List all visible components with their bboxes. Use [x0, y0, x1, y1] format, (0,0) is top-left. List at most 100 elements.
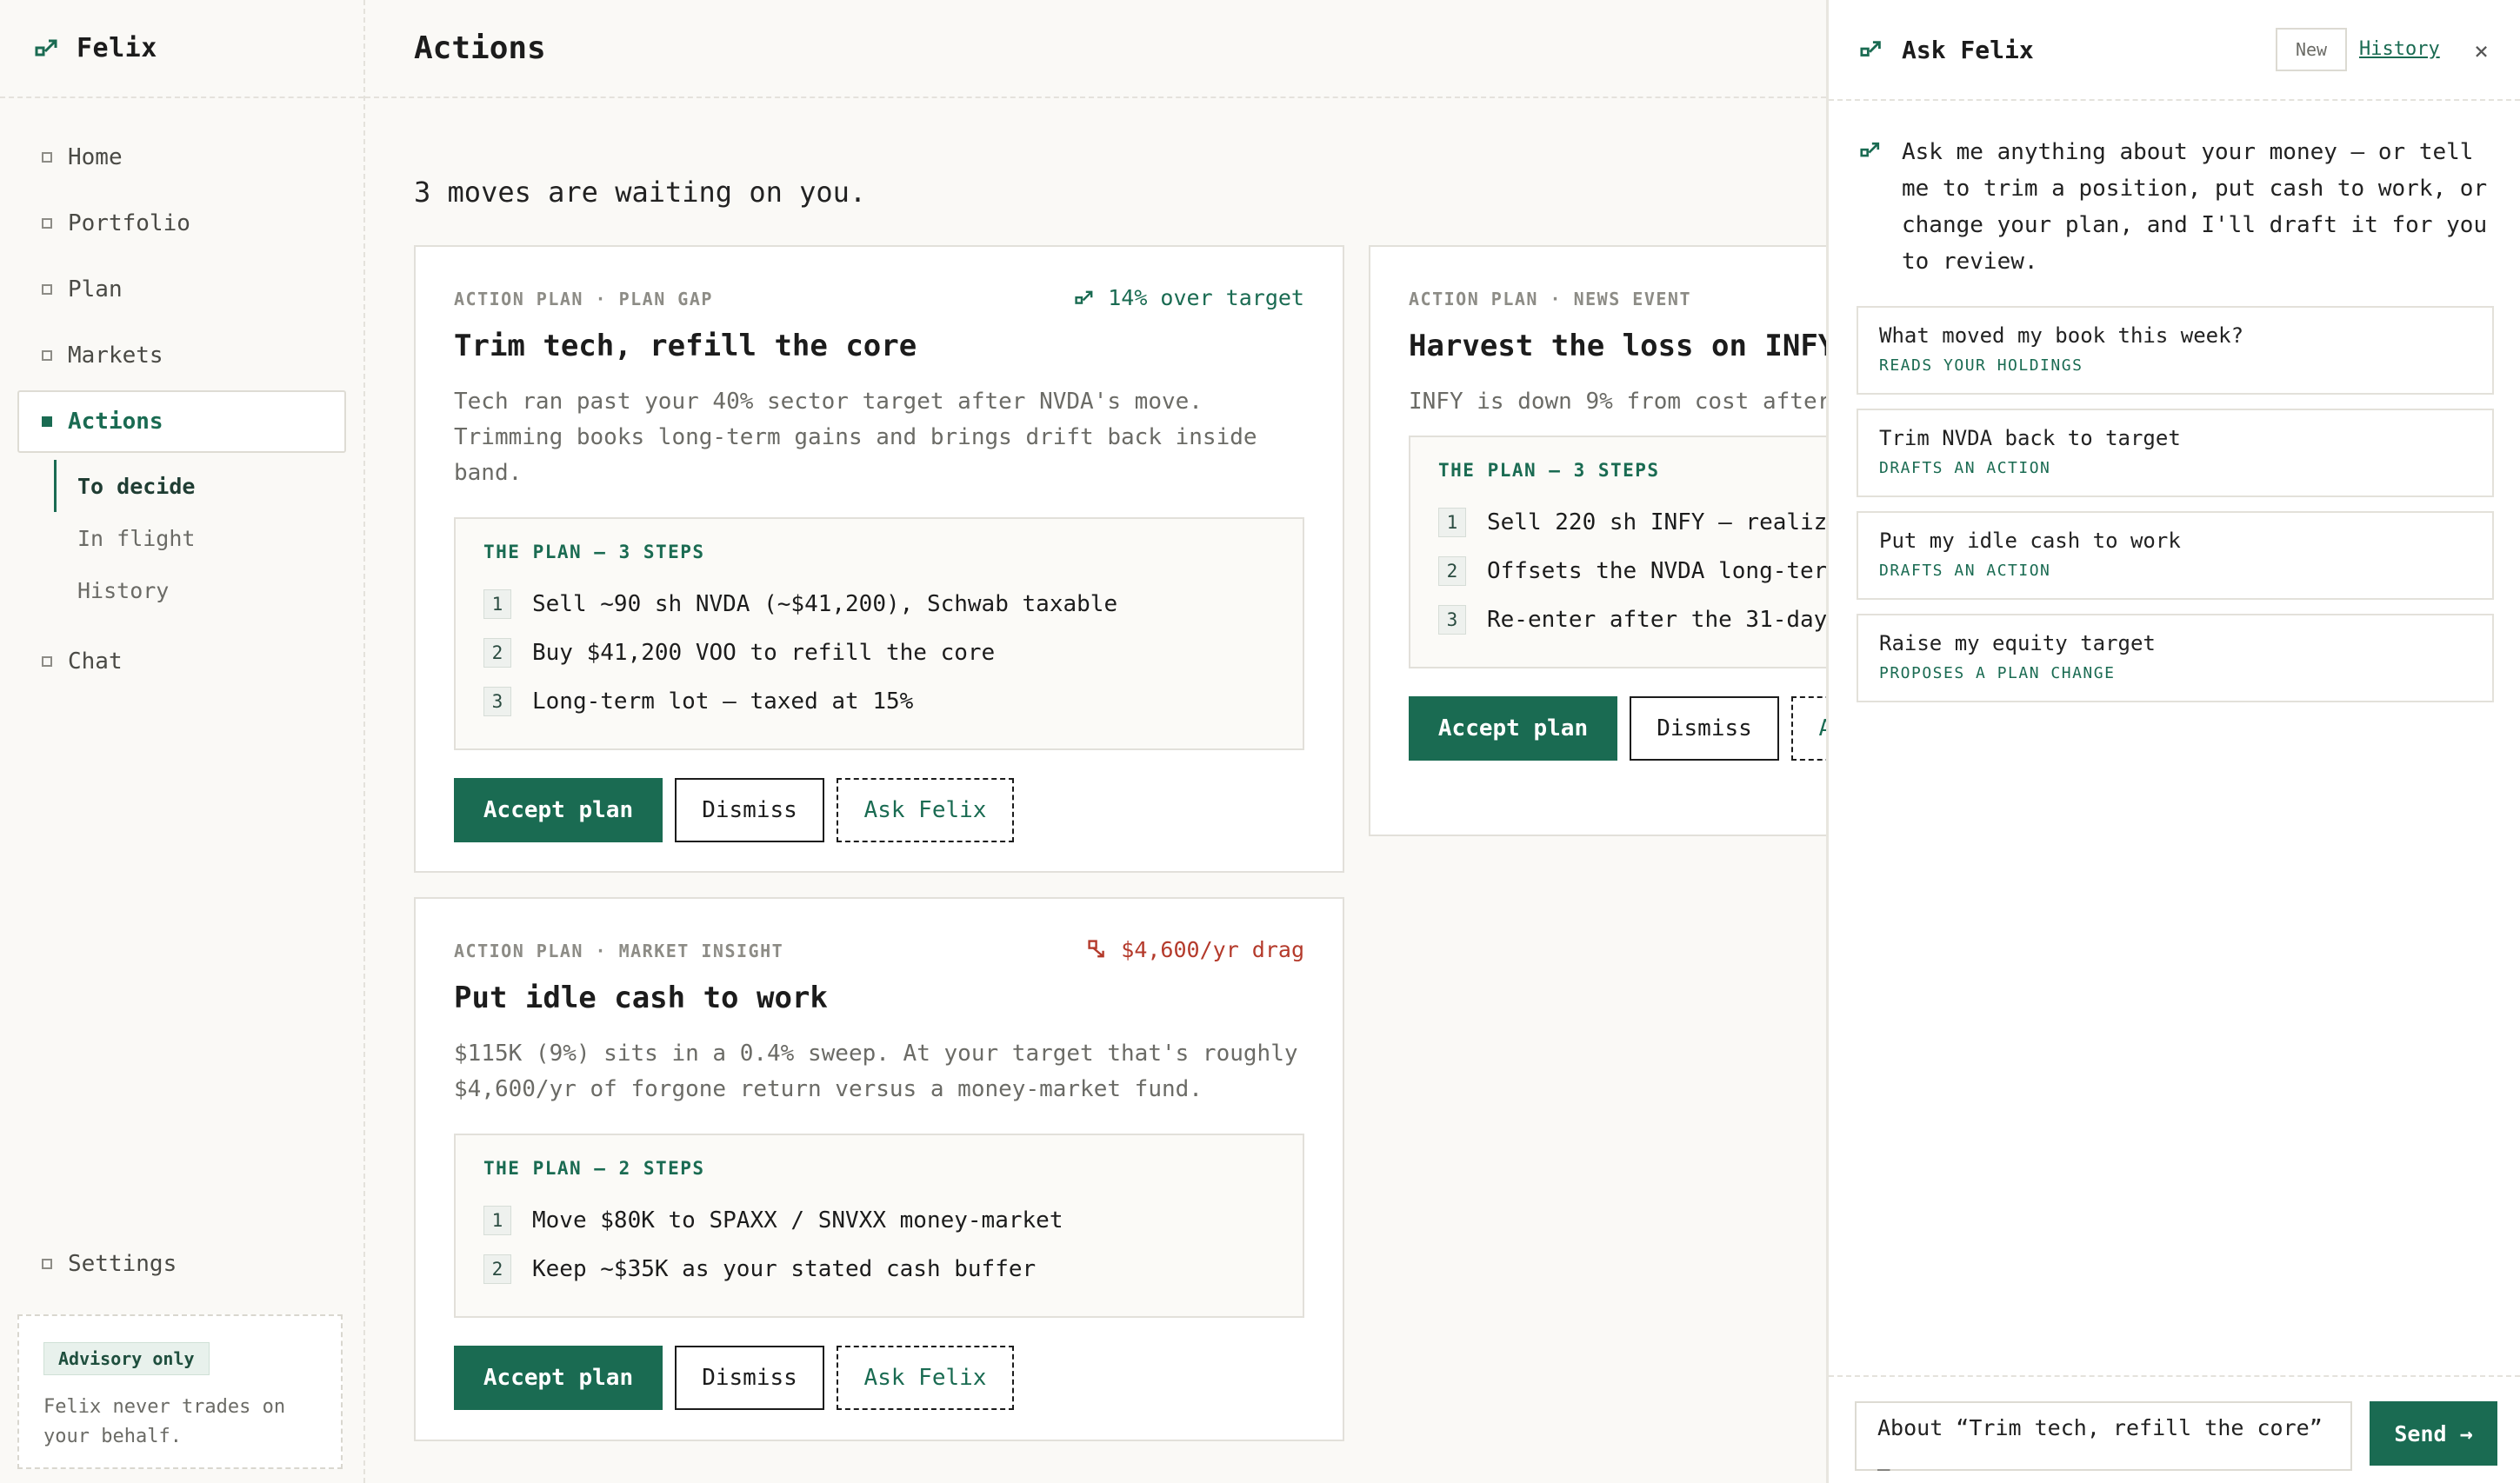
ask-felix-button[interactable]: Ask Felix	[1791, 696, 1826, 761]
card-description: INFY is down 9% from cost after Realizin…	[1409, 389, 1826, 415]
actions-subnav: To decide In flight History	[54, 460, 363, 616]
step-number: 2	[1438, 556, 1466, 586]
chat-suggestions: What moved my book this week? READS YOUR…	[1857, 306, 2494, 702]
sidebar-item-markets[interactable]: Markets	[17, 324, 346, 387]
step-number: 1	[1438, 508, 1466, 537]
suggestion-item[interactable]: Put my idle cash to work DRAFTS AN ACTIO…	[1857, 511, 2494, 600]
chat-header: Ask Felix New History ×	[1829, 0, 2520, 101]
plan-steps: THE PLAN — 2 STEPS 1 Move $80K to SPAXX …	[454, 1134, 1304, 1318]
ask-felix-button[interactable]: Ask Felix	[837, 1346, 1014, 1410]
plan-step: 2 Offsets the NVDA long-term	[1438, 547, 1826, 595]
sidebar-item-label: Home	[68, 144, 123, 170]
step-text: Sell 220 sh INFY — realize	[1487, 509, 1826, 535]
suggestion-item[interactable]: What moved my book this week? READS YOUR…	[1857, 306, 2494, 395]
subnav-item-in-flight[interactable]: In flight	[54, 512, 363, 564]
square-icon	[42, 656, 52, 667]
step-text: Keep ~$35K as your stated cash buffer	[532, 1256, 1037, 1282]
sidebar-item-chat[interactable]: Chat	[17, 630, 346, 693]
suggestion-item[interactable]: Raise my equity target PROPOSES A PLAN C…	[1857, 614, 2494, 702]
advisory-note: Advisory only Felix never trades on your…	[17, 1314, 343, 1469]
step-text: Re-enter after the 31-day	[1487, 607, 1826, 633]
plan-step: 1 Sell ~90 sh NVDA (~$41,200), Schwab ta…	[483, 580, 1275, 628]
sidebar-item-label: Portfolio	[68, 210, 190, 236]
felix-logo-icon	[35, 39, 57, 56]
chat-title: Ask Felix	[1902, 35, 2034, 64]
card-actions: Accept plan Dismiss Ask Felix	[454, 778, 1304, 842]
suggestion-question: Put my idle cash to work	[1879, 529, 2181, 553]
accept-plan-button[interactable]: Accept plan	[454, 1346, 663, 1410]
plan-step: 1 Sell 220 sh INFY — realize	[1438, 498, 1826, 547]
action-card-idle-cash: ACTION PLAN · MARKET INSIGHT $4,600/yr d…	[414, 897, 1344, 1441]
sidebar-nav: Home Portfolio Plan Markets Actions	[0, 98, 363, 453]
suggestion-action: DRAFTS AN ACTION	[1879, 562, 2051, 580]
page-title: Actions	[414, 30, 546, 66]
chat-intro-text: Ask me anything about your money — or te…	[1902, 139, 2488, 275]
plan-step: 1 Move $80K to SPAXX / SNVXX money-marke…	[483, 1196, 1275, 1245]
advisory-badge: Advisory only	[43, 1342, 210, 1375]
step-number: 1	[483, 589, 511, 619]
card-title: Harvest the loss on INFY	[1409, 329, 1826, 363]
chat-input-value: About “Trim tech, refill the core”	[1877, 1415, 2323, 1440]
subnav-item-history[interactable]: History	[54, 564, 363, 616]
suggestion-question: What moved my book this week?	[1879, 323, 2244, 348]
chat-history-link[interactable]: History	[2359, 38, 2440, 60]
dismiss-button[interactable]: Dismiss	[1630, 696, 1779, 761]
card-description: Tech ran past your 40% sector target aft…	[454, 389, 1257, 486]
plan-step: 2 Buy $41,200 VOO to refill the core	[483, 628, 1275, 677]
sidebar-item-label: Markets	[68, 342, 163, 369]
accept-plan-button[interactable]: Accept plan	[1409, 696, 1617, 761]
drag-icon	[1088, 939, 1105, 957]
sidebar-item-settings[interactable]: Settings	[17, 1233, 346, 1295]
chat-composer: About “Trim tech, refill the core” _ Sen…	[1829, 1375, 2520, 1483]
step-number: 3	[1438, 605, 1466, 635]
sidebar-item-actions[interactable]: Actions	[17, 390, 346, 453]
brand-name: Felix	[77, 33, 157, 63]
subnav-item-to-decide[interactable]: To decide	[54, 460, 363, 512]
step-text: Long-term lot — taxed at 15%	[532, 688, 914, 715]
card-description: $115K (9%) sits in a 0.4% sweep. At your…	[454, 1041, 1298, 1102]
square-icon	[42, 350, 52, 361]
sidebar-item-portfolio[interactable]: Portfolio	[17, 192, 346, 255]
sidebar-item-label: Plan	[68, 276, 123, 303]
dismiss-button[interactable]: Dismiss	[675, 778, 824, 842]
card-actions: Accept plan Dismiss Ask Felix	[454, 1346, 1304, 1410]
card-title: Trim tech, refill the core	[454, 329, 917, 363]
chat-input[interactable]: About “Trim tech, refill the core” _	[1855, 1401, 2353, 1471]
sidebar-item-label: Actions	[68, 409, 163, 435]
square-icon	[42, 1259, 52, 1269]
brand[interactable]: Felix	[0, 0, 363, 98]
felix-logo-icon	[1860, 41, 1881, 57]
step-number: 1	[483, 1206, 511, 1235]
main-header: Actions	[365, 0, 1826, 98]
square-icon	[42, 284, 52, 295]
dismiss-button[interactable]: Dismiss	[675, 1346, 824, 1410]
card-tag-text: $4,600/yr drag	[1121, 937, 1304, 962]
step-number: 2	[483, 1254, 511, 1284]
plan-step: 2 Keep ~$35K as your stated cash buffer	[483, 1245, 1275, 1293]
trend-arrow-icon	[1075, 290, 1093, 304]
chat-intro: Ask me anything about your money — or te…	[1829, 101, 2520, 280]
square-icon	[42, 218, 52, 229]
accept-plan-button[interactable]: Accept plan	[454, 778, 663, 842]
step-text: Sell ~90 sh NVDA (~$41,200), Schwab taxa…	[532, 591, 1118, 617]
waiting-summary: 3 moves are waiting on you.	[414, 176, 867, 209]
plan-step: 3 Re-enter after the 31-day	[1438, 595, 1826, 644]
send-button[interactable]: Send →	[2370, 1401, 2497, 1466]
new-chat-button[interactable]: New	[2276, 28, 2347, 71]
step-text: Offsets the NVDA long-term	[1487, 558, 1826, 584]
ask-felix-button[interactable]: Ask Felix	[837, 778, 1014, 842]
plan-title: THE PLAN — 3 STEPS	[1438, 460, 1660, 481]
sidebar-item-home[interactable]: Home	[17, 126, 346, 189]
suggestion-action: DRAFTS AN ACTION	[1879, 459, 2051, 477]
close-icon[interactable]: ×	[2474, 37, 2489, 65]
suggestion-question: Raise my equity target	[1879, 631, 2156, 655]
step-number: 3	[483, 687, 511, 716]
sidebar-nav-secondary: Chat	[0, 630, 363, 693]
plan-steps: THE PLAN — 3 STEPS 1 Sell 220 sh INFY — …	[1409, 436, 1826, 668]
suggestion-item[interactable]: Trim NVDA back to target DRAFTS AN ACTIO…	[1857, 409, 2494, 497]
sidebar-item-plan[interactable]: Plan	[17, 258, 346, 321]
action-card-trim-tech: ACTION PLAN · PLAN GAP 14% over target T…	[414, 245, 1344, 873]
square-icon	[42, 416, 52, 427]
advisory-text: Felix never trades on your behalf.	[43, 1396, 286, 1447]
plan-title: THE PLAN — 3 STEPS	[483, 542, 705, 562]
